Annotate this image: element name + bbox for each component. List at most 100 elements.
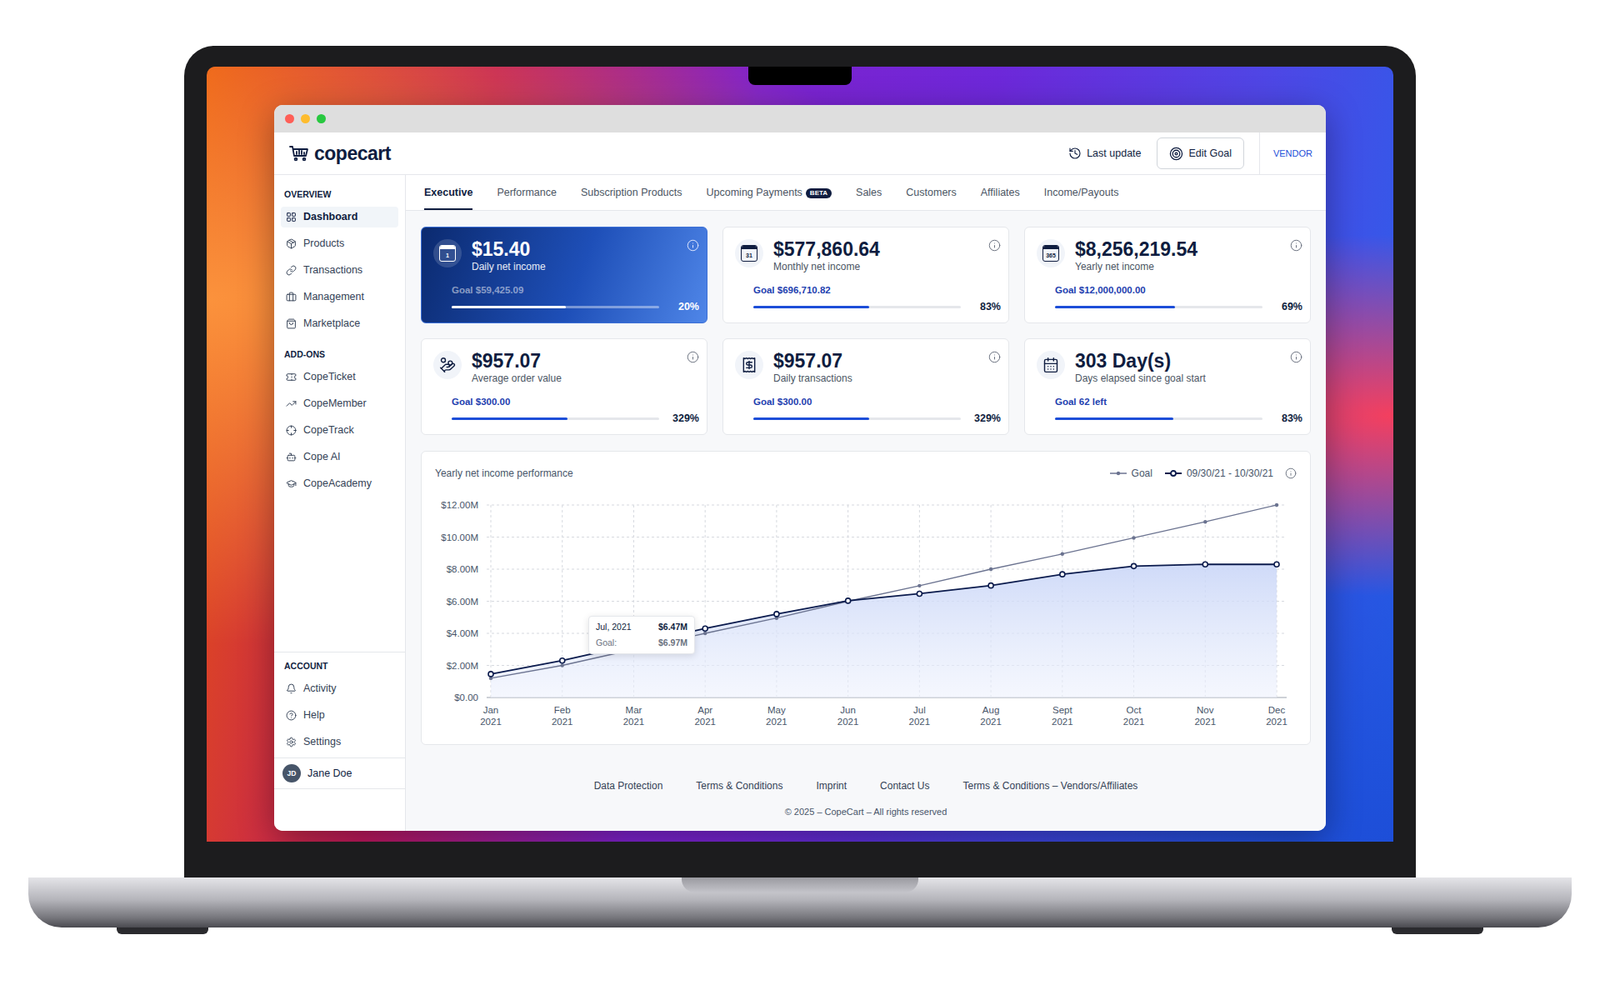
actual-point[interactable] bbox=[845, 598, 851, 604]
svg-text:Jan: Jan bbox=[483, 705, 500, 715]
sidebar-item[interactable]: Cope AI bbox=[280, 446, 399, 468]
window-control[interactable] bbox=[300, 114, 310, 124]
actual-point[interactable] bbox=[702, 625, 708, 631]
stat-card[interactable]: $957.07Average order valueGoal $300.0032… bbox=[420, 338, 708, 435]
stat-goal: Goal $696,710.82 bbox=[753, 284, 1001, 297]
terminal-icon bbox=[740, 356, 758, 374]
window-control[interactable] bbox=[285, 114, 295, 124]
stat-label: Days elapsed since goal start bbox=[1075, 372, 1290, 385]
stat-value: $957.07 bbox=[773, 349, 989, 373]
svg-text:$12.00M: $12.00M bbox=[440, 500, 479, 510]
tab[interactable]: Affiliates bbox=[980, 175, 1020, 210]
tab-bar: Executive Performance Subscription Product… bbox=[405, 175, 1326, 211]
tab[interactable]: Customers bbox=[905, 175, 956, 210]
user-row[interactable]: JDJane Doe bbox=[274, 757, 405, 790]
info-icon[interactable] bbox=[686, 350, 700, 364]
footer-link[interactable]: Imprint bbox=[815, 778, 847, 794]
goal-progress-track bbox=[451, 417, 660, 420]
sidebar-item[interactable]: Settings bbox=[280, 731, 399, 753]
stat-icon-circle: 31 bbox=[735, 239, 764, 268]
user-avatar: JD bbox=[282, 764, 301, 783]
tab[interactable]: Executive bbox=[424, 175, 473, 210]
goal-point[interactable] bbox=[1203, 520, 1207, 524]
stat-card[interactable]: 31$577,860.64Monthly net incomeGoal $696… bbox=[722, 226, 1010, 324]
svg-text:2021: 2021 bbox=[551, 716, 574, 727]
stat-icon-circle bbox=[433, 350, 462, 380]
footer-link[interactable]: Contact Us bbox=[880, 778, 930, 794]
goal-point[interactable] bbox=[917, 584, 921, 588]
stat-card[interactable]: $957.07Daily transactionsGoal $300.00329… bbox=[722, 338, 1010, 435]
role-label[interactable]: VENDOR bbox=[1273, 146, 1313, 161]
sidebar: OVERVIEWDashboardProductsTransactionsMan… bbox=[274, 175, 406, 831]
title-bar bbox=[274, 105, 1326, 133]
info-icon[interactable] bbox=[988, 350, 1001, 364]
stat-icon-circle bbox=[735, 350, 764, 380]
actual-point[interactable] bbox=[1060, 571, 1065, 577]
sidebar-item[interactable]: Activity bbox=[280, 678, 399, 700]
info-icon[interactable] bbox=[1290, 239, 1303, 252]
actual-point[interactable] bbox=[1131, 563, 1137, 569]
sidebar-item[interactable]: Marketplace bbox=[280, 313, 399, 335]
sidebar-item[interactable]: CopeAcademy bbox=[280, 473, 399, 495]
sidebar-item[interactable]: CopeTicket bbox=[280, 366, 399, 388]
svg-text:$8.00M: $8.00M bbox=[446, 564, 479, 575]
tab[interactable]: Upcoming PaymentsBETA bbox=[706, 175, 833, 210]
actual-point[interactable] bbox=[488, 671, 494, 677]
tab[interactable]: Subscription Products bbox=[580, 175, 683, 210]
actual-point[interactable] bbox=[1274, 561, 1280, 567]
sidebar-item[interactable]: CopeTrack bbox=[280, 420, 399, 441]
sidebar-item[interactable]: Products bbox=[280, 233, 399, 255]
actual-point[interactable] bbox=[560, 658, 565, 664]
sidebar-item-icon bbox=[285, 265, 297, 276]
svg-text:Sept: Sept bbox=[1052, 705, 1073, 715]
stat-percent: 20% bbox=[667, 299, 700, 315]
svg-text:2021: 2021 bbox=[1265, 716, 1288, 727]
sidebar-item[interactable]: CopeMember bbox=[280, 393, 399, 415]
footer-link[interactable]: Terms & Conditions – Vendors/Affiliates bbox=[962, 778, 1138, 794]
goal-point[interactable] bbox=[1060, 552, 1065, 556]
tab[interactable]: Performance bbox=[496, 175, 557, 210]
info-icon[interactable] bbox=[988, 239, 1001, 252]
goal-point[interactable] bbox=[560, 663, 565, 667]
legend-item[interactable]: Goal bbox=[1109, 465, 1153, 481]
footer-link[interactable]: Terms & Conditions bbox=[695, 778, 783, 794]
y-tick: $10.00M bbox=[440, 532, 1287, 543]
stat-percent: 329% bbox=[667, 410, 700, 427]
window-control[interactable] bbox=[316, 114, 326, 124]
stat-card[interactable]: 303 Day(s)Days elapsed since goal startG… bbox=[1024, 338, 1311, 435]
actual-point[interactable] bbox=[1202, 561, 1208, 567]
tab[interactable]: Income/Payouts bbox=[1044, 175, 1120, 210]
edit-goal-button[interactable]: Edit Goal bbox=[1156, 137, 1245, 170]
laptop-foot bbox=[1391, 927, 1484, 935]
stat-percent: 69% bbox=[1270, 299, 1303, 315]
tab[interactable]: Sales bbox=[855, 175, 882, 210]
svg-text:2021: 2021 bbox=[765, 716, 788, 727]
footer-link[interactable]: Data Protection bbox=[594, 778, 664, 794]
actual-point[interactable] bbox=[916, 590, 922, 596]
sidebar-account: ACCOUNTActivityHelpSettings bbox=[274, 651, 405, 758]
sidebar-item-icon bbox=[285, 211, 297, 223]
sidebar-item[interactable]: Help bbox=[280, 705, 399, 726]
chart-legend: Goal 09/30/21 - 10/30/21 bbox=[1109, 465, 1297, 481]
actual-point[interactable] bbox=[774, 611, 780, 617]
info-icon[interactable] bbox=[1290, 350, 1303, 364]
sidebar-item[interactable]: Management bbox=[280, 286, 399, 308]
actual-point[interactable] bbox=[988, 583, 994, 589]
camera-notch bbox=[748, 66, 852, 85]
info-icon[interactable] bbox=[686, 239, 700, 252]
laptop-base-notch bbox=[681, 877, 919, 893]
goal-point[interactable] bbox=[1131, 535, 1135, 540]
stat-card[interactable]: 1$15.40Daily net incomeGoal $59,425.0920… bbox=[420, 226, 708, 324]
last-update-button[interactable]: Last update bbox=[1068, 145, 1141, 162]
tab-badge: BETA bbox=[805, 188, 832, 199]
goal-point[interactable] bbox=[989, 567, 993, 571]
logo[interactable]: copecart bbox=[289, 139, 391, 169]
info-icon[interactable] bbox=[1285, 467, 1297, 480]
stat-card[interactable]: 365$8,256,219.54Yearly net incomeGoal $1… bbox=[1024, 226, 1311, 324]
legend-item[interactable]: 09/30/21 - 10/30/21 bbox=[1164, 465, 1274, 481]
goal-point[interactable] bbox=[1275, 503, 1279, 507]
stat-goal: Goal $59,425.09 bbox=[451, 284, 700, 297]
sidebar-item[interactable]: Transactions bbox=[280, 260, 399, 281]
sidebar-item[interactable]: Dashboard bbox=[280, 206, 399, 228]
goal-point[interactable] bbox=[703, 631, 707, 635]
